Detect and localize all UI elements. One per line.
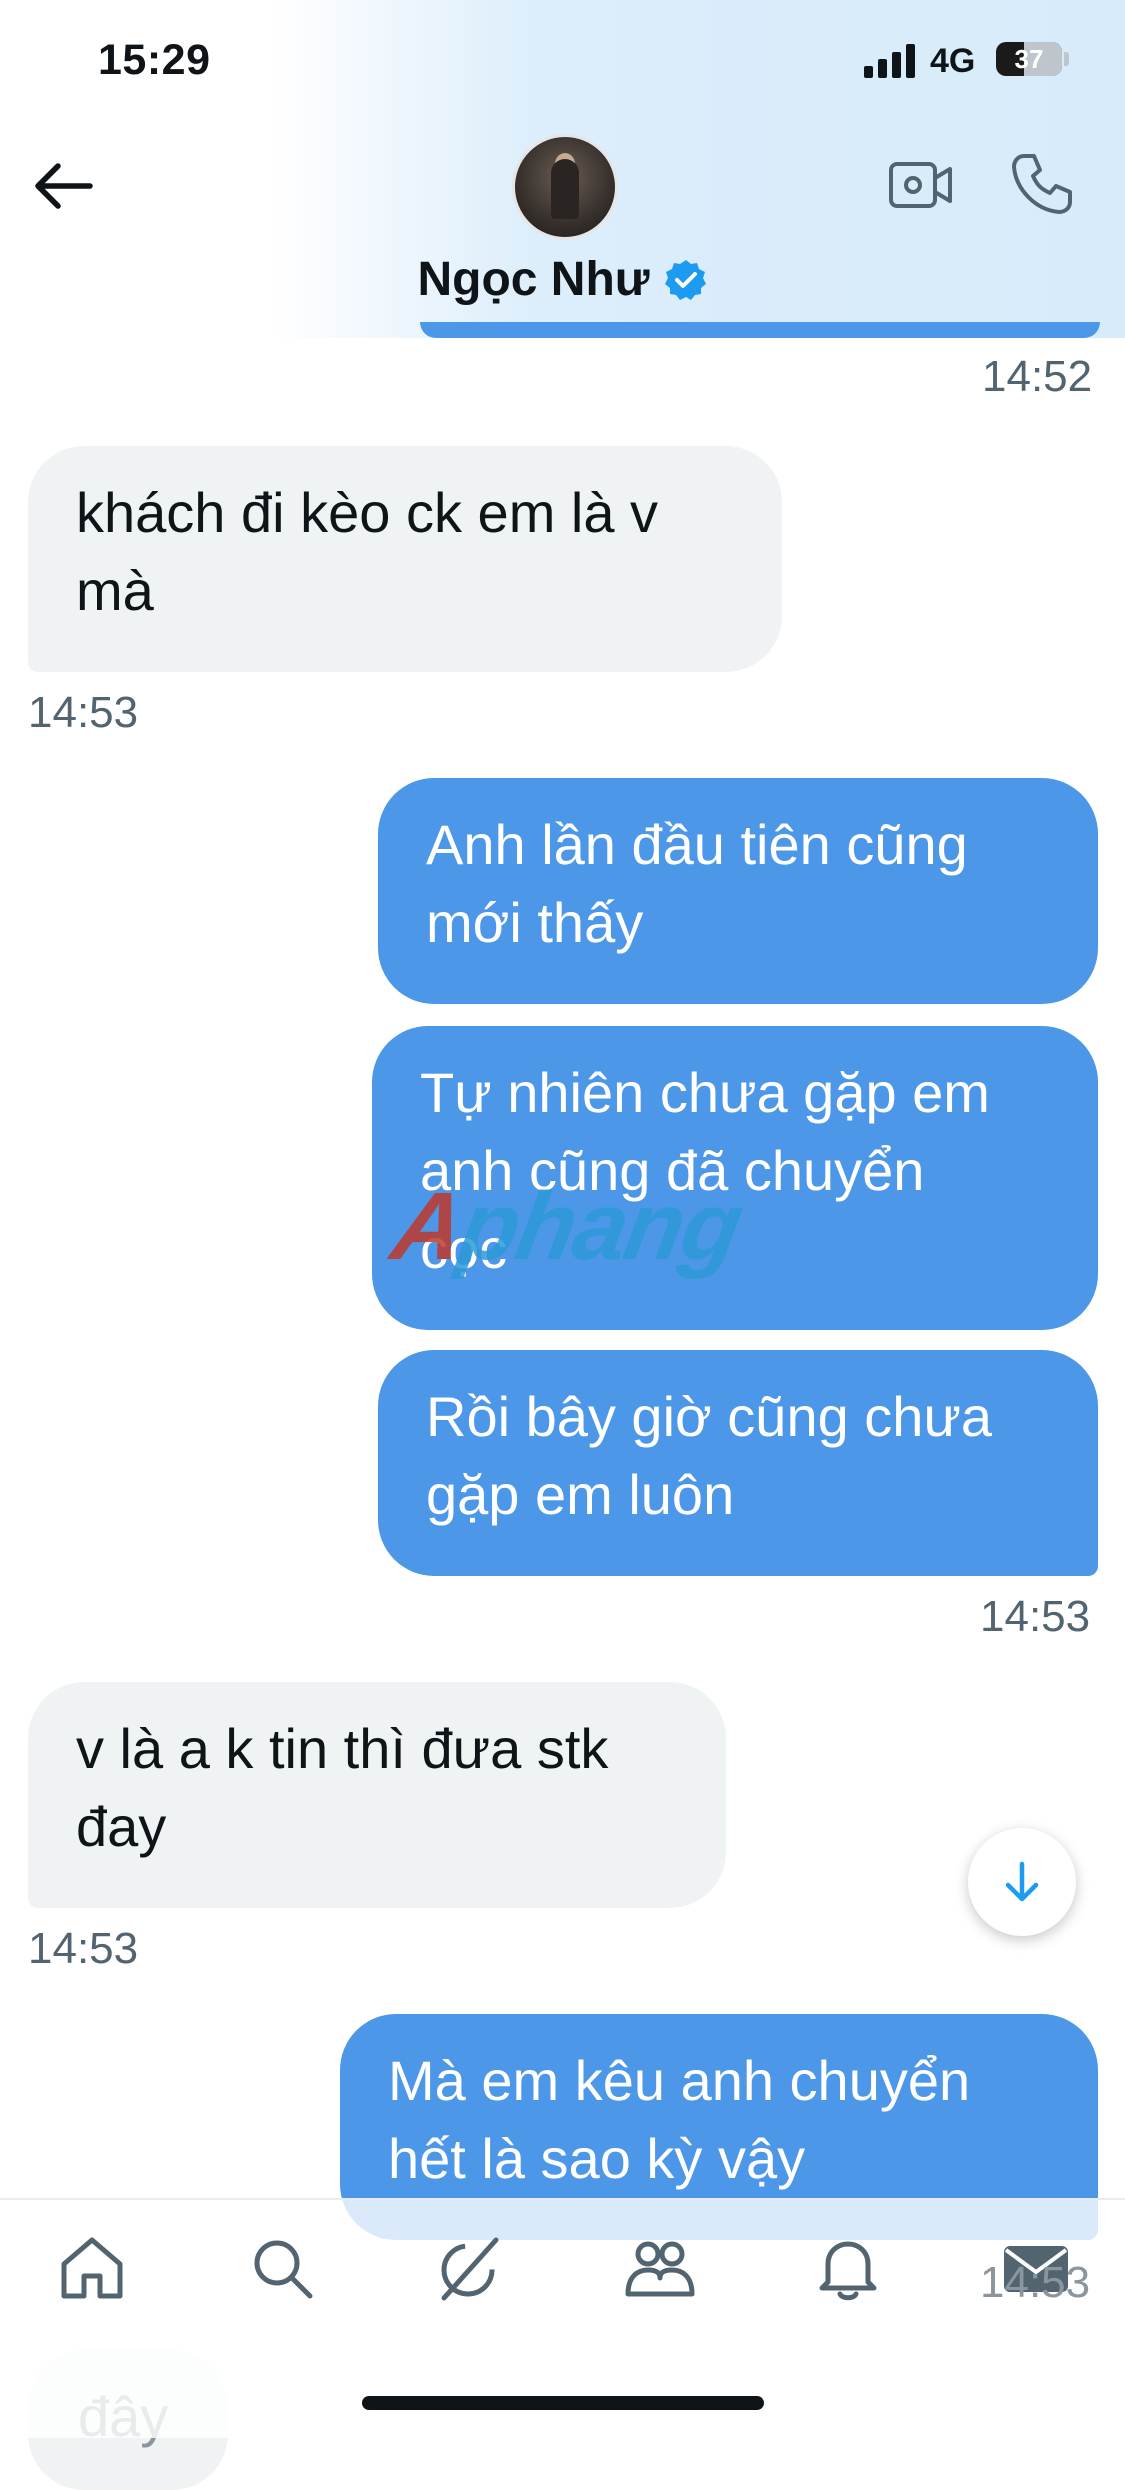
phone-call-icon[interactable] [1010,152,1074,216]
status-bar: 15:29 4G 37 [0,0,1125,130]
message-timestamp: 14:53 [28,688,139,737]
message-timestamp: 14:53 [980,1592,1091,1641]
status-time: 15:29 [98,36,211,84]
cellular-signal-icon [864,44,915,78]
search-icon[interactable] [246,2232,318,2304]
communities-icon[interactable] [624,2232,696,2304]
avatar[interactable] [512,134,618,240]
message-outgoing-cutoff [420,322,1100,338]
home-indicator [362,2396,764,2410]
home-icon[interactable] [56,2232,128,2304]
contact-name-row[interactable]: Ngọc Như [0,252,1125,307]
message-outgoing[interactable]: Anh lần đầu tiên cũng mới thấy [378,778,1098,1004]
message-timestamp: 14:53 [980,2258,1091,2307]
video-call-icon[interactable] [888,158,954,212]
verified-badge-icon [664,259,706,300]
back-arrow-icon[interactable] [28,158,98,214]
message-incoming[interactable]: khách đi kèo ck em là v mà [28,446,782,672]
battery-icon: 37 [996,42,1062,76]
message-incoming[interactable]: v là a k tin thì đưa stk đay [28,1682,726,1908]
contact-name: Ngọc Như [417,253,650,306]
message-timestamp: 14:52 [982,352,1093,401]
arrow-down-icon [1005,1861,1039,1902]
message-outgoing[interactable]: Rồi bây giờ cũng chưa gặp em luôn [378,1350,1098,1576]
grok-icon[interactable] [434,2232,506,2304]
network-type: 4G [930,42,976,80]
notifications-icon[interactable] [812,2232,884,2304]
watermark-logo: Aphang [384,1173,749,1280]
message-timestamp: 14:53 [28,1924,139,1973]
scroll-to-bottom-button[interactable] [968,1828,1076,1936]
battery-level: 37 [1014,43,1044,74]
